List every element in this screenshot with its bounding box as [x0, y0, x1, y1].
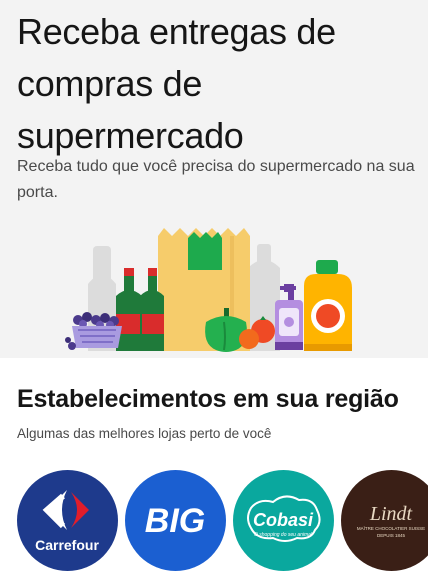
store-big[interactable]: BIG — [125, 470, 226, 571]
stores-section-subtitle: Algumas das melhores lojas perto de você — [17, 426, 272, 441]
hero-title: Receba entregas de compras de supermerca… — [17, 11, 336, 156]
hero-banner: Receba entregas de compras de supermerca… — [0, 0, 428, 358]
store-name-carrefour: Carrefour — [35, 537, 99, 553]
hero-subtitle: Receba tudo que você precisa do supermer… — [17, 158, 415, 201]
groceries-illustration — [65, 228, 352, 352]
lindt-logo-icon: Lindt MAÎTRE CHOCOLATIER SUISSE DEPUIS 1… — [357, 503, 425, 538]
carrefour-logo-icon: Carrefour — [35, 490, 99, 553]
store-carrefour[interactable]: Carrefour — [17, 470, 118, 571]
store-since-lindt: DEPUIS 1845 — [377, 533, 406, 538]
store-name-big: BIG — [145, 502, 205, 540]
detergent-bottle-icon — [304, 260, 352, 351]
big-logo-icon: BIG — [145, 502, 205, 540]
stores-section-title: Estabelecimentos em sua região — [17, 385, 399, 413]
cobasi-logo-icon: Cobasi O shopping do seu animal — [247, 495, 321, 542]
store-lindt[interactable]: Lindt MAÎTRE CHOCOLATIER SUISSE DEPUIS 1… — [341, 470, 428, 571]
store-tagline-cobasi: O shopping do seu animal — [254, 532, 313, 538]
store-list: Carrefour BIG Cobasi O shopping do seu a… — [17, 470, 428, 571]
store-name-cobasi: Cobasi — [253, 510, 314, 530]
store-tagline-lindt: MAÎTRE CHOCOLATIER SUISSE — [357, 525, 425, 531]
store-name-lindt: Lindt — [369, 503, 413, 525]
wine-bottle-icon — [116, 268, 164, 351]
berry-basket-icon — [65, 312, 122, 350]
store-cobasi[interactable]: Cobasi O shopping do seu animal — [233, 470, 334, 571]
